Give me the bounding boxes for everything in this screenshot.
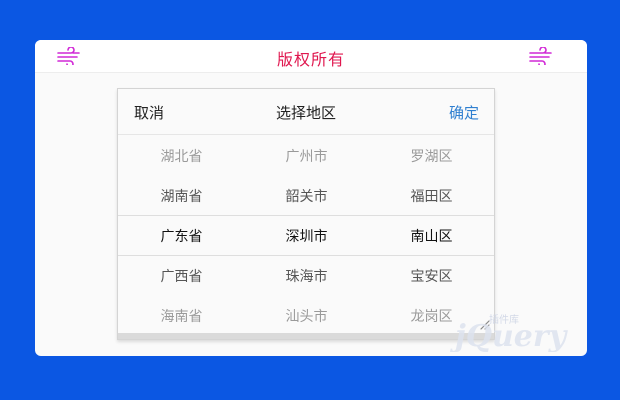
city-option[interactable]: 汕头市 (244, 306, 369, 326)
province-option[interactable]: 湖南省 (119, 186, 244, 206)
picker-header: 取消 选择地区 确定 (118, 89, 494, 135)
province-option[interactable]: 海南省 (119, 306, 244, 326)
picker-row-selected: 广东省 深圳市 南山区 (118, 215, 494, 255)
province-option-selected[interactable]: 广东省 (119, 226, 244, 246)
city-option[interactable]: 珠海市 (244, 266, 369, 286)
picker-row: 湖南省 韶关市 福田区 (118, 175, 494, 215)
city-option-selected[interactable]: 深圳市 (244, 226, 369, 246)
picker-title: 选择地区 (275, 104, 336, 122)
district-option[interactable]: 宝安区 (369, 266, 494, 286)
region-picker: 取消 选择地区 确定 湖北省 广州市 罗湖区 湖南省 韶关市 福田区 广东省 深… (117, 88, 495, 340)
wind-icon (529, 47, 552, 65)
district-option[interactable]: 福田区 (369, 186, 494, 206)
city-option[interactable]: 广州市 (244, 146, 369, 166)
picker-row: 海南省 汕头市 龙岗区 (118, 295, 494, 335)
picker-row: 湖北省 广州市 罗湖区 (118, 135, 494, 175)
top-bar: 版权所有 (35, 40, 587, 73)
city-option[interactable]: 韶关市 (244, 186, 369, 206)
province-option[interactable]: 湖北省 (119, 146, 244, 166)
svg-text:jQuery: jQuery (450, 319, 569, 352)
district-option-selected[interactable]: 南山区 (369, 226, 494, 246)
province-option[interactable]: 广西省 (119, 266, 244, 286)
district-option[interactable]: 罗湖区 (369, 146, 494, 166)
picker-row: 广西省 珠海市 宝安区 (118, 255, 494, 295)
confirm-button[interactable]: 确定 (449, 102, 479, 123)
jquery-watermark-logo: 插件库 jQuery (450, 313, 569, 352)
horizontal-scrollbar[interactable] (118, 333, 494, 339)
page-title: 版权所有 (276, 50, 345, 69)
